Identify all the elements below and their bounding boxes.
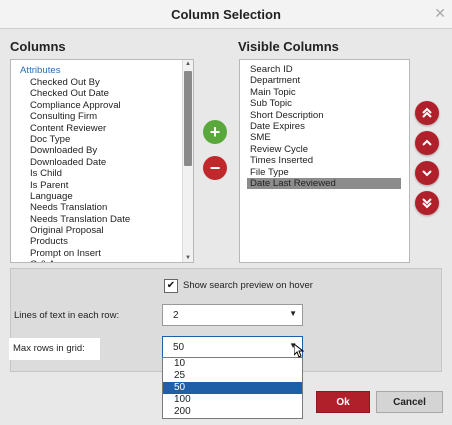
available-column-item[interactable]: Checked Out By — [30, 77, 181, 88]
max-rows-option[interactable]: 50 — [163, 382, 302, 394]
visible-column-item[interactable]: SME — [247, 132, 401, 143]
show-preview-checkbox[interactable]: ✔ — [164, 279, 178, 293]
max-rows-value: 50 — [173, 342, 185, 353]
available-column-item[interactable]: Original Proposal — [30, 225, 181, 236]
available-column-item[interactable]: Needs Translation — [30, 202, 181, 213]
close-icon[interactable]: ✕ — [434, 5, 446, 22]
chevron-up-icon — [422, 139, 432, 146]
mouse-cursor-icon — [294, 344, 304, 358]
available-column-item[interactable]: Doc Type — [30, 134, 181, 145]
dialog-titlebar: Column Selection ✕ — [0, 0, 452, 29]
visible-column-item[interactable]: Search ID — [247, 64, 401, 75]
visible-column-item[interactable]: Times Inserted — [247, 155, 401, 166]
move-up-button[interactable] — [415, 131, 439, 155]
available-column-item[interactable]: Downloaded By — [30, 145, 181, 156]
max-rows-option[interactable]: 200 — [163, 406, 302, 418]
visible-column-item[interactable]: Sub Topic — [247, 98, 401, 109]
add-column-button[interactable]: + — [203, 120, 227, 144]
column-selection-dialog: Column Selection ✕ Columns Visible Colum… — [0, 0, 452, 425]
visible-column-item[interactable]: Date Last Reviewed — [247, 177, 401, 190]
lines-per-row-value: 2 — [173, 310, 179, 321]
move-to-bottom-button[interactable] — [415, 191, 439, 215]
show-preview-label: Show search preview on hover — [183, 280, 313, 291]
max-rows-label: Max rows in grid: — [9, 338, 100, 360]
visible-column-item[interactable]: Main Topic — [247, 87, 401, 98]
available-column-item[interactable]: Products — [30, 236, 181, 247]
scroll-up-arrow-icon[interactable]: ▲ — [183, 61, 193, 67]
max-rows-option[interactable]: 25 — [163, 370, 302, 382]
visible-column-item[interactable]: Review Cycle — [247, 144, 401, 155]
attributes-group-label: Attributes — [20, 65, 61, 76]
visible-column-item[interactable]: Date Expires — [247, 121, 401, 132]
available-column-item[interactable]: Prompt on Insert — [30, 248, 181, 259]
dialog-title: Column Selection — [171, 7, 281, 22]
available-column-item[interactable]: Needs Translation Date — [30, 214, 181, 225]
available-column-item[interactable]: Content Reviewer — [30, 123, 181, 134]
minus-icon: − — [209, 157, 221, 178]
available-columns-list[interactable]: Attributes Checked Out By Checked Out Dat… — [10, 59, 194, 263]
move-down-button[interactable] — [415, 161, 439, 185]
double-chevron-up-icon — [422, 107, 432, 118]
chevron-down-icon — [422, 170, 432, 177]
visible-column-item[interactable]: Short Description — [247, 110, 401, 121]
scroll-thumb[interactable] — [184, 71, 192, 166]
max-rows-option[interactable]: 10 — [163, 358, 302, 370]
plus-icon: + — [209, 121, 221, 142]
available-column-item[interactable]: Compliance Approval — [30, 100, 181, 111]
available-column-item[interactable]: Language — [30, 191, 181, 202]
visible-column-item[interactable]: File Type — [247, 167, 401, 178]
cancel-button[interactable]: Cancel — [376, 391, 443, 413]
available-column-item[interactable]: Is Child — [30, 168, 181, 179]
max-rows-select[interactable]: 50 ▼ — [162, 336, 303, 358]
available-column-item[interactable]: Consulting Firm — [30, 111, 181, 122]
double-chevron-down-icon — [422, 198, 432, 209]
max-rows-dropdown-list[interactable]: 10 25 50 100 200 — [162, 357, 303, 419]
move-to-top-button[interactable] — [415, 101, 439, 125]
available-column-item[interactable]: Is Parent — [30, 180, 181, 191]
columns-heading: Columns — [10, 39, 66, 54]
visible-columns-list[interactable]: Search ID Department Main Topic Sub Topic Sh… — [239, 59, 410, 263]
available-columns-scrollbar[interactable]: ▲ ▼ — [182, 60, 193, 262]
available-column-item[interactable]: Q & A — [30, 259, 181, 262]
available-column-item[interactable]: Checked Out Date — [30, 88, 181, 99]
remove-column-button[interactable]: − — [203, 156, 227, 180]
lines-per-row-select[interactable]: 2 ▼ — [162, 304, 303, 326]
dropdown-arrow-icon: ▼ — [289, 309, 297, 318]
max-rows-option[interactable]: 100 — [163, 394, 302, 406]
visible-columns-heading: Visible Columns — [238, 39, 339, 54]
lines-per-row-label: Lines of text in each row: — [14, 310, 120, 321]
visible-column-item[interactable]: Department — [247, 75, 401, 86]
available-column-item[interactable]: Downloaded Date — [30, 157, 181, 168]
scroll-down-arrow-icon[interactable]: ▼ — [183, 255, 193, 261]
ok-button[interactable]: Ok — [316, 391, 370, 413]
